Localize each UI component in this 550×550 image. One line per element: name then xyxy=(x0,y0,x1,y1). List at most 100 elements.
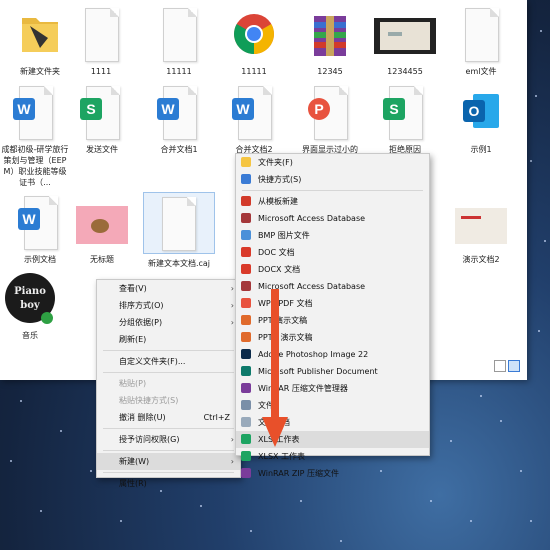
file-label: 示例1 xyxy=(470,145,492,154)
menu-item-label: 从模板新建 xyxy=(258,197,298,206)
sheet-file-icon: S xyxy=(80,86,124,140)
file-item-rar[interactable]: 12345 xyxy=(290,8,370,77)
star xyxy=(544,240,546,242)
file-label: 1234455 xyxy=(387,67,423,76)
menu-item[interactable]: Microsoft Access Database xyxy=(236,210,429,227)
menu-item[interactable]: 从模板新建 xyxy=(236,193,429,210)
menu-item[interactable]: 撤消 删除(U) Ctrl+Z xyxy=(97,409,240,426)
word-file-icon: W xyxy=(13,86,57,140)
menu-item-label: 分组依据(P) xyxy=(119,318,163,327)
svg-text:boy: boy xyxy=(20,300,41,311)
menu-item-label: 新建(W) xyxy=(119,457,150,466)
star xyxy=(450,440,452,442)
file-item-word[interactable]: W 合并文档2 xyxy=(214,86,294,155)
sheet-file-icon: S xyxy=(383,86,427,140)
chrome-icon xyxy=(232,8,276,62)
file-item-outlook[interactable]: O 示例1 xyxy=(441,86,521,155)
file-item-word[interactable]: W 合并文档1 xyxy=(139,86,219,155)
menu-item[interactable]: 授予访问权限(G) › xyxy=(97,431,240,448)
menu-item-label: DOC 文档 xyxy=(258,248,295,257)
menu-item[interactable]: DOC 文档 xyxy=(236,244,429,261)
file-item-video[interactable]: 1234455 xyxy=(365,8,445,77)
star xyxy=(120,520,122,522)
star xyxy=(530,520,532,522)
file-label: 新建文本文档.caj xyxy=(147,259,211,268)
menu-item[interactable]: XLSX 工作表 xyxy=(236,448,429,465)
file-label: 无标题 xyxy=(90,255,114,264)
menu-item[interactable]: 新建(W) › xyxy=(97,453,240,470)
file-label: 11111 xyxy=(166,67,192,76)
file-item-image[interactable]: 无标题 xyxy=(62,196,142,265)
menu-item[interactable]: 粘贴(P) xyxy=(97,375,240,392)
menu-item-label: 撤消 删除(U) xyxy=(119,413,166,422)
file-item-chrome[interactable]: 11111 xyxy=(214,8,294,77)
svg-text:O: O xyxy=(469,103,480,119)
file-label: eml文件 xyxy=(465,67,497,76)
star xyxy=(500,420,502,422)
menu-item-label: 自定义文件夹(F)... xyxy=(119,357,186,366)
star xyxy=(10,460,12,462)
menu-item-label: 粘贴(P) xyxy=(119,379,147,388)
star xyxy=(470,520,472,522)
selected-file-icon xyxy=(143,192,215,254)
menu-item[interactable]: 排序方式(O) › xyxy=(97,297,240,314)
word-file-icon: W xyxy=(157,86,201,140)
menu-item-label: Microsoft Access Database xyxy=(258,214,366,223)
menu-item[interactable]: 属性(R) xyxy=(97,475,240,492)
submenu-arrow-icon: › xyxy=(230,457,234,466)
xlsx-icon xyxy=(241,451,251,461)
outlook-icon: O xyxy=(459,86,503,140)
file-item-word[interactable]: W 成都初级-研学旅行策划与管理（EEPM）职业技能等级证书（... xyxy=(0,86,70,188)
menu-item[interactable]: 查看(V) › xyxy=(97,280,240,297)
access-icon xyxy=(241,213,251,223)
file-item[interactable]: eml文件 xyxy=(441,8,521,77)
image-thumbnail-icon xyxy=(72,196,132,250)
file-item-caj[interactable]: 新建文本文档.caj xyxy=(139,192,219,269)
file-item[interactable]: 1111 xyxy=(61,8,141,77)
menu-separator xyxy=(103,428,234,429)
winrar-icon xyxy=(241,383,251,393)
music-album-art-icon: Piano boy xyxy=(3,270,57,326)
svg-text:Piano: Piano xyxy=(14,286,46,297)
menu-item[interactable]: 分组依据(P) › xyxy=(97,314,240,331)
file-item[interactable]: 11111 xyxy=(139,8,219,77)
menu-separator xyxy=(103,372,234,373)
presentation-thumbnail-icon xyxy=(451,196,511,250)
star xyxy=(540,30,542,32)
docx-icon xyxy=(241,264,251,274)
file-item-ppt[interactable]: 演示文档2 xyxy=(441,196,521,265)
star xyxy=(538,330,540,332)
file-item-pdf[interactable]: P 界面显示过小的 xyxy=(290,86,370,155)
menu-item[interactable]: WinRAR ZIP 压缩文件 xyxy=(236,465,429,482)
menu-item[interactable]: 粘贴快捷方式(S) xyxy=(97,392,240,409)
video-thumbnail-icon xyxy=(370,8,440,62)
blank-file-icon xyxy=(459,8,503,62)
menu-item-label: 刷新(E) xyxy=(119,335,147,344)
menu-item[interactable]: 刷新(E) xyxy=(97,331,240,348)
details-view-icon[interactable] xyxy=(494,360,506,372)
menu-item-label: 查看(V) xyxy=(119,284,147,293)
bmp-icon xyxy=(241,230,251,240)
pdf-file-icon: P xyxy=(308,86,352,140)
menu-item[interactable]: 快捷方式(S) xyxy=(236,171,429,188)
star xyxy=(250,530,252,532)
photoshop-icon xyxy=(241,349,251,359)
large-icons-view-icon[interactable] xyxy=(508,360,520,372)
menu-item-label: DOCX 文档 xyxy=(258,265,301,274)
menu-item-label: 属性(R) xyxy=(119,479,147,488)
file-item-sheet[interactable]: S 发送文件 xyxy=(62,86,142,155)
file-label: 成都初级-研学旅行策划与管理（EEPM）职业技能等级证书（... xyxy=(1,145,69,187)
menu-item-label: WinRAR ZIP 压缩文件 xyxy=(258,469,340,478)
menu-item[interactable]: 文件夹(F) xyxy=(236,154,429,171)
submenu-arrow-icon: › xyxy=(230,435,234,444)
star xyxy=(535,95,537,97)
menu-item-label: 快捷方式(S) xyxy=(258,175,302,184)
menu-item[interactable]: BMP 图片文件 xyxy=(236,227,429,244)
menu-item[interactable]: DOCX 文档 xyxy=(236,261,429,278)
file-item-music[interactable]: Piano boy 音乐 xyxy=(0,270,70,341)
menu-item[interactable]: 自定义文件夹(F)... xyxy=(97,353,240,370)
ppt-icon xyxy=(241,315,251,325)
file-label: 演示文档2 xyxy=(462,255,500,264)
star xyxy=(530,160,532,162)
file-item-sheet[interactable]: S 拒绝原因 xyxy=(365,86,445,155)
